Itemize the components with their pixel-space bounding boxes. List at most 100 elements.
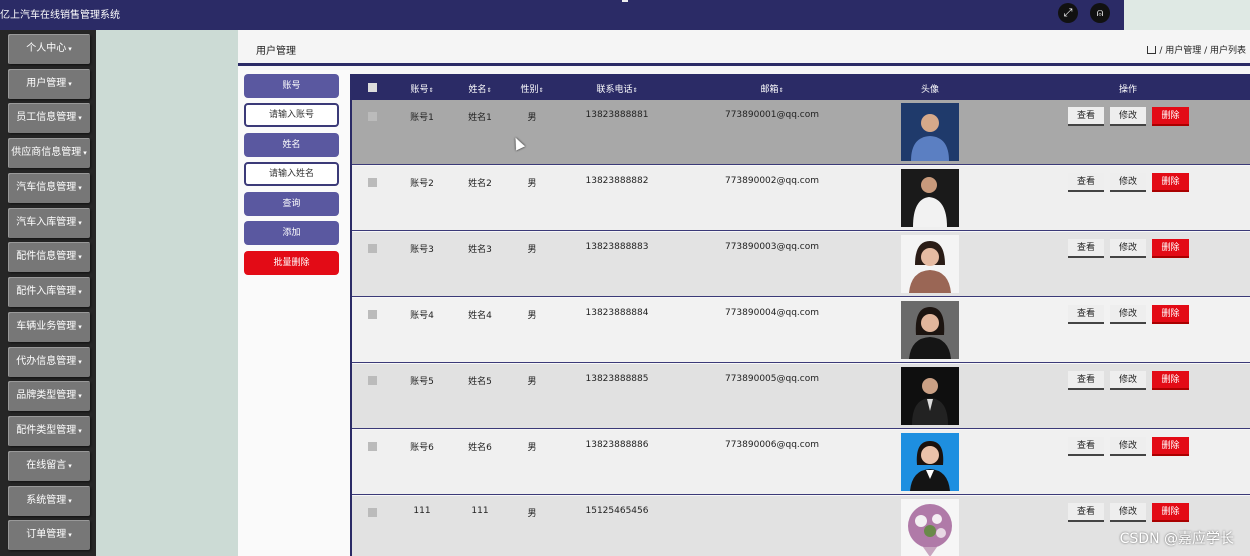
edit-button[interactable]: 修改 xyxy=(1110,305,1146,324)
watermark: CSDN @嘉应学长 xyxy=(1119,531,1234,547)
column-header-gender[interactable]: 性别⇕ xyxy=(520,82,543,95)
query-button[interactable]: 查询 xyxy=(244,192,339,216)
edit-button[interactable]: 修改 xyxy=(1110,173,1146,192)
cell-phone: 15125465456 xyxy=(585,506,649,516)
view-button[interactable]: 查看 xyxy=(1068,503,1104,522)
view-button[interactable]: 查看 xyxy=(1068,371,1104,390)
sidebar-item-personal-center[interactable]: 个人中心 ▾ xyxy=(8,34,90,64)
edit-button[interactable]: 修改 xyxy=(1110,437,1146,456)
avatar xyxy=(901,367,959,425)
sort-icon[interactable]: ⇕ xyxy=(632,87,637,94)
sidebar-item-agency[interactable]: 代办信息管理 ▾ xyxy=(8,347,90,377)
sidebar-item-parts-stock[interactable]: 配件入库管理 ▾ xyxy=(8,277,90,307)
sort-icon[interactable]: ⇕ xyxy=(538,87,543,94)
user-icon[interactable]: ⍝ xyxy=(1090,3,1110,23)
view-button[interactable]: 查看 xyxy=(1068,437,1104,456)
chevron-down-icon: ▾ xyxy=(78,427,82,435)
select-all-checkbox[interactable] xyxy=(368,83,377,92)
avatar xyxy=(901,235,959,293)
view-button[interactable]: 查看 xyxy=(1068,107,1104,126)
account-input[interactable]: 请输入账号 xyxy=(244,103,339,127)
view-button[interactable]: 查看 xyxy=(1068,239,1104,258)
page-title: 用户管理 xyxy=(256,46,296,57)
sort-icon[interactable]: ⇕ xyxy=(428,87,433,94)
sidebar-item-cars[interactable]: 汽车信息管理 ▾ xyxy=(8,173,90,203)
breadcrumb: / 用户管理 / 用户列表 xyxy=(1147,43,1246,56)
sidebar-item-system[interactable]: 系统管理 ▾ xyxy=(8,486,90,516)
avatar xyxy=(901,103,959,161)
cell-name: 姓名6 xyxy=(468,443,492,453)
sidebar-item-vehicle-business[interactable]: 车辆业务管理 ▾ xyxy=(8,312,90,342)
edit-button[interactable]: 修改 xyxy=(1110,371,1146,390)
avatar xyxy=(901,169,959,227)
row-checkbox[interactable] xyxy=(368,244,377,253)
sidebar-item-users[interactable]: 用户管理 ▾ xyxy=(8,69,90,99)
edit-button[interactable]: 修改 xyxy=(1110,107,1146,126)
table-row[interactable]: 账号5 姓名5 男 13823888885 773890005@qq.com 查… xyxy=(352,364,1250,429)
sidebar-item-messages[interactable]: 在线留言 ▾ xyxy=(8,451,90,481)
sidebar-item-parts[interactable]: 配件信息管理 ▾ xyxy=(8,242,90,272)
main-content: 用户管理 / 用户管理 / 用户列表 账号 请输入账号 姓名 请输入姓名 查询 … xyxy=(238,30,1250,556)
cell-gender: 男 xyxy=(527,245,537,255)
cell-name: 姓名4 xyxy=(468,311,492,321)
sidebar-item-part-types[interactable]: 配件类型管理 ▾ xyxy=(8,416,90,446)
search-panel: 账号 请输入账号 姓名 请输入姓名 查询 添加 批量删除 xyxy=(238,70,350,556)
table-row[interactable]: 账号4 姓名4 男 13823888884 773890004@qq.com 查… xyxy=(352,298,1250,363)
row-checkbox[interactable] xyxy=(368,310,377,319)
table-row[interactable]: 账号6 姓名6 男 13823888886 773890006@qq.com 查… xyxy=(352,430,1250,495)
chevron-down-icon: ▾ xyxy=(78,358,82,366)
delete-button[interactable]: 删除 xyxy=(1152,107,1189,126)
home-icon[interactable] xyxy=(1147,46,1157,54)
delete-button[interactable]: 删除 xyxy=(1152,437,1189,456)
cell-name: 姓名3 xyxy=(468,245,492,255)
edit-button[interactable]: 修改 xyxy=(1110,239,1146,258)
cell-gender: 男 xyxy=(527,311,537,321)
table-row[interactable]: 账号2 姓名2 男 13823888882 773890002@qq.com 查… xyxy=(352,166,1250,231)
chevron-down-icon: ▾ xyxy=(68,80,72,88)
delete-button[interactable]: 删除 xyxy=(1152,503,1189,522)
delete-button[interactable]: 删除 xyxy=(1152,305,1189,324)
avatar xyxy=(901,499,959,556)
cell-phone: 13823888881 xyxy=(585,110,649,120)
cell-name: 姓名5 xyxy=(468,377,492,387)
cell-account: 111 xyxy=(413,506,431,516)
column-header-email[interactable]: 邮箱⇕ xyxy=(760,82,783,95)
fullscreen-icon[interactable]: ⤢ xyxy=(1058,3,1078,23)
row-checkbox[interactable] xyxy=(368,442,377,451)
row-checkbox[interactable] xyxy=(368,178,377,187)
sidebar-item-car-stock[interactable]: 汽车入库管理 ▾ xyxy=(8,208,90,238)
delete-button[interactable]: 删除 xyxy=(1152,371,1189,390)
column-header-name[interactable]: 姓名⇕ xyxy=(468,82,491,95)
column-header-actions: 操作 xyxy=(1118,85,1138,95)
column-header-account[interactable]: 账号⇕ xyxy=(410,82,433,95)
view-button[interactable]: 查看 xyxy=(1068,173,1104,192)
row-checkbox[interactable] xyxy=(368,508,377,517)
sidebar-item-orders[interactable]: 订单管理 ▾ xyxy=(8,520,90,550)
row-checkbox[interactable] xyxy=(368,112,377,121)
cell-phone: 13823888886 xyxy=(585,440,649,450)
chevron-down-icon: ▾ xyxy=(68,531,72,539)
column-header-phone[interactable]: 联系电话⇕ xyxy=(596,82,637,95)
delete-button[interactable]: 删除 xyxy=(1152,173,1189,192)
chevron-down-icon: ▾ xyxy=(78,323,82,331)
row-checkbox[interactable] xyxy=(368,376,377,385)
batch-delete-button[interactable]: 批量删除 xyxy=(244,251,339,275)
table-row[interactable]: 账号1 姓名1 男 13823888881 773890001@qq.com 查… xyxy=(352,100,1250,165)
table-row[interactable]: 账号3 姓名3 男 13823888883 773890003@qq.com 查… xyxy=(352,232,1250,297)
column-header-avatar: 头像 xyxy=(920,85,940,95)
sidebar-item-employees[interactable]: 员工信息管理 ▾ xyxy=(8,103,90,133)
view-button[interactable]: 查看 xyxy=(1068,305,1104,324)
sidebar-item-suppliers[interactable]: 供应商信息管理 ▾ xyxy=(8,138,90,168)
name-input[interactable]: 请输入姓名 xyxy=(244,162,339,186)
edit-button[interactable]: 修改 xyxy=(1110,503,1146,522)
add-button[interactable]: 添加 xyxy=(244,221,339,245)
cell-name: 姓名1 xyxy=(468,113,492,123)
cell-email: 773890001@qq.com xyxy=(724,110,820,120)
table-row[interactable]: 111 111 男 15125465456 查看 修改 删除 xyxy=(352,496,1250,556)
sort-icon[interactable]: ⇕ xyxy=(486,87,491,94)
sort-icon[interactable]: ⇕ xyxy=(778,87,783,94)
sidebar-item-brand-types[interactable]: 品牌类型管理 ▾ xyxy=(8,381,90,411)
cell-phone: 13823888883 xyxy=(585,242,649,252)
delete-button[interactable]: 删除 xyxy=(1152,239,1189,258)
chevron-down-icon: ▾ xyxy=(78,184,82,192)
